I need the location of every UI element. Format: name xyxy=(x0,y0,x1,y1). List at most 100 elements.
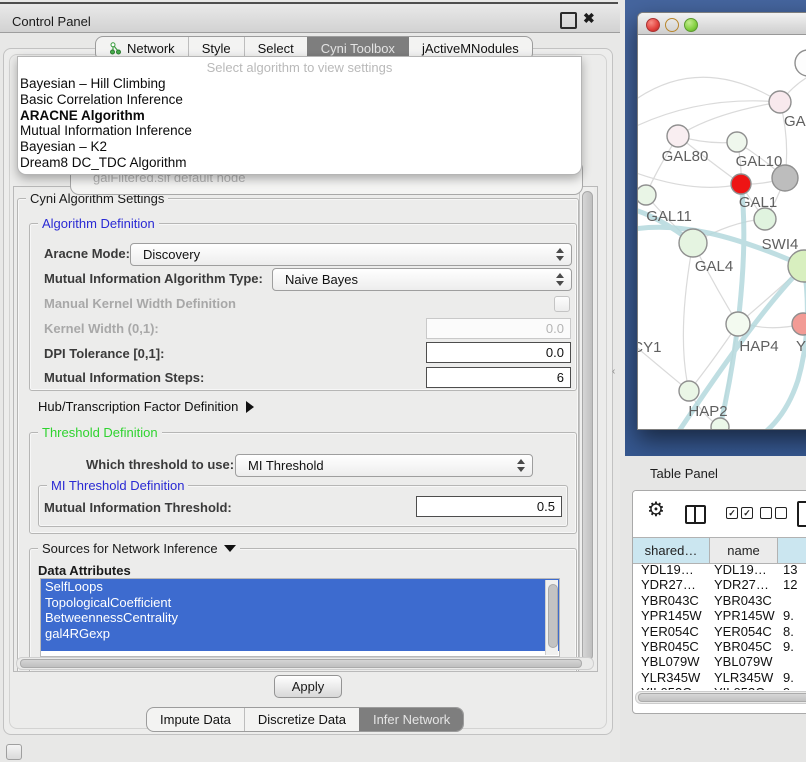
which-threshold-combo[interactable]: MI Threshold xyxy=(235,454,533,477)
algorithm-option-basic-correlation-inference[interactable]: Basic Correlation Inference xyxy=(18,92,581,108)
network-node-gal11[interactable] xyxy=(638,185,656,205)
tab-discretize-data[interactable]: Discretize Data xyxy=(244,708,359,731)
settings-horizontal-scrollbar[interactable] xyxy=(16,657,594,670)
dpi-tolerance-field[interactable]: 0.0 xyxy=(426,342,571,363)
algorithm-option-dream8-dc-tdc-algorithm[interactable]: Dream8 DC_TDC Algorithm xyxy=(18,155,581,171)
list-scrollbar[interactable] xyxy=(545,580,558,655)
kernel-width-field[interactable]: 0.0 xyxy=(426,318,571,339)
table-cell: YDR27… xyxy=(710,577,778,592)
algorithm-option-mutual-information-inference[interactable]: Mutual Information Inference xyxy=(18,123,581,139)
mi-type-value: Naive Bayes xyxy=(285,272,358,287)
control-panel-title: Control Panel xyxy=(12,14,91,29)
window-close-icon[interactable] xyxy=(646,18,660,32)
node-label-gal: GAL xyxy=(784,113,806,130)
window-minimize-icon[interactable] xyxy=(665,18,679,32)
threshold-definition-title: Threshold Definition xyxy=(38,425,162,440)
close-icon[interactable]: ✖ xyxy=(583,10,595,27)
mi-threshold-group: MI Threshold Definition Mutual Informati… xyxy=(38,485,568,527)
tab-label: jActiveMNodules xyxy=(422,41,519,56)
hub-definition-expander[interactable]: Hub/Transcription Factor Definition xyxy=(38,399,254,414)
algorithm-option-aracne-algorithm[interactable]: ARACNE Algorithm xyxy=(18,108,581,124)
node-label-gal80: GAL80 xyxy=(662,148,709,165)
network-node[interactable] xyxy=(795,50,806,76)
network-icon xyxy=(109,42,122,55)
attribute-item-betweennesscentrality[interactable]: BetweennessCentrality xyxy=(41,610,559,626)
data-attributes-list[interactable]: SelfLoopsTopologicalCoefficientBetweenne… xyxy=(40,578,560,657)
column-header-name[interactable]: name xyxy=(710,538,778,563)
select-all-checkbox-icon[interactable]: ✓ xyxy=(726,507,738,519)
table-panel-title: Table Panel xyxy=(650,466,718,481)
table-cell: YDL19… xyxy=(633,562,710,577)
table-row[interactable]: YPR145WYPR145W9. xyxy=(633,608,806,623)
mi-steps-label: Mutual Information Steps: xyxy=(44,370,204,385)
network-node[interactable] xyxy=(772,165,798,191)
spinner-arrows-icon xyxy=(556,248,564,261)
table-cell: YPR145W xyxy=(633,608,710,623)
network-node-gal10[interactable] xyxy=(727,132,747,152)
network-node-gal1[interactable] xyxy=(754,208,776,230)
deselect-checkbox-icon[interactable] xyxy=(760,507,772,519)
apply-button[interactable]: Apply xyxy=(274,675,342,698)
table-cell: 9. xyxy=(778,685,806,690)
algorithm-dropdown-popup: Select algorithm to view settings Bayesi… xyxy=(17,56,582,175)
float-window-icon[interactable] xyxy=(560,12,577,29)
network-node-hap4[interactable] xyxy=(726,312,750,336)
attribute-item-selfloops[interactable]: SelfLoops xyxy=(41,579,559,595)
network-node-gal80[interactable] xyxy=(667,125,689,147)
select-all-checkbox-icon[interactable]: ✓ xyxy=(741,507,753,519)
manual-kernel-checkbox[interactable] xyxy=(554,296,570,312)
app-root: Control Panel ✖ NetworkStyleSelectCyni T… xyxy=(0,0,806,762)
threshold-definition-group: Threshold Definition Which threshold to … xyxy=(29,432,577,534)
mi-threshold-field[interactable]: 0.5 xyxy=(416,496,562,517)
network-window-titlebar[interactable] xyxy=(638,13,806,35)
network-view-frame: GALGAL80GAL10GAL1GAL11GAL4SWI4GCY1HAP4YH… xyxy=(625,0,806,456)
attribute-item-topologicalcoefficient[interactable]: TopologicalCoefficient xyxy=(41,595,559,611)
table-row[interactable]: YBR043CYBR043C xyxy=(633,593,806,608)
tab-impute-data[interactable]: Impute Data xyxy=(147,708,244,731)
split-columns-icon[interactable] xyxy=(685,505,706,524)
table-row[interactable]: YBR045CYBR045C9. xyxy=(633,639,806,654)
table-cell: 9. xyxy=(778,639,806,654)
panel-divider-arrow-icon[interactable]: ‹ xyxy=(612,366,615,377)
table-row[interactable]: YLR345WYLR345W9. xyxy=(633,670,806,685)
window-zoom-icon[interactable] xyxy=(684,18,698,32)
algorithm-option-bayesian-hill-climbing[interactable]: Bayesian – Hill Climbing xyxy=(18,76,581,92)
table-row[interactable]: YBL079WYBL079W xyxy=(633,654,806,669)
table-row[interactable]: YDL19…YDL19…13 xyxy=(633,562,806,577)
table-cell: YPR145W xyxy=(710,608,778,623)
network-node[interactable] xyxy=(731,174,751,194)
table-cell: YER054C xyxy=(633,624,710,639)
table-cell: YER054C xyxy=(710,624,778,639)
table-doc-icon[interactable] xyxy=(797,501,806,527)
docked-panel-icon[interactable] xyxy=(6,744,22,760)
table-row[interactable]: YER054CYER054C8. xyxy=(633,624,806,639)
settings-vertical-scrollbar[interactable] xyxy=(579,187,594,669)
gear-icon[interactable]: ⚙ xyxy=(647,497,665,522)
table-cell: YBL079W xyxy=(710,654,778,669)
table-row[interactable]: YDR27…YDR27…12 xyxy=(633,577,806,592)
network-node-hap2[interactable] xyxy=(679,381,699,401)
network-canvas[interactable]: GALGAL80GAL10GAL1GAL11GAL4SWI4GCY1HAP4YH… xyxy=(638,35,806,429)
table-row[interactable]: YIL052CYIL052C9. xyxy=(633,685,806,690)
network-node-gal[interactable] xyxy=(769,91,791,113)
mi-threshold-label: Mutual Information Threshold: xyxy=(44,500,232,515)
aracne-mode-combo[interactable]: Discovery xyxy=(130,243,572,266)
mi-type-combo[interactable]: Naive Bayes xyxy=(272,268,572,291)
tab-infer-network[interactable]: Infer Network xyxy=(359,708,463,731)
table-cell: 13 xyxy=(778,562,806,577)
algorithm-option-bayesian-k2[interactable]: Bayesian – K2 xyxy=(18,139,581,155)
table-header-row: shared…nameA xyxy=(633,537,806,564)
kernel-width-label: Kernel Width (0,1): xyxy=(44,321,159,336)
mi-steps-field[interactable]: 6 xyxy=(426,367,571,388)
attribute-item-gal4rgexp[interactable]: gal4RGexp xyxy=(41,626,559,642)
node-label-gcy1: GCY1 xyxy=(638,339,661,356)
network-node-y[interactable] xyxy=(792,313,806,335)
network-node-gal4[interactable] xyxy=(679,229,707,257)
table-horizontal-scrollbar[interactable] xyxy=(635,691,806,704)
tab-label: Select xyxy=(258,41,294,56)
node-label-gal1: GAL1 xyxy=(739,194,777,211)
column-header-shared-[interactable]: shared… xyxy=(633,538,710,563)
column-header-a[interactable]: A xyxy=(778,538,806,563)
network-node[interactable] xyxy=(711,418,729,429)
deselect-checkbox-icon[interactable] xyxy=(775,507,787,519)
